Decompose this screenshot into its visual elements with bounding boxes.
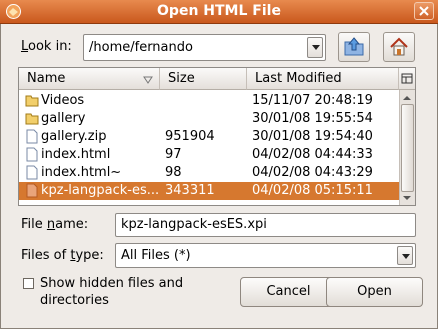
show-hidden-label-line1: Show hidden files and	[40, 276, 184, 291]
list-item[interactable]: gallery 30/01/08 19:55:54	[19, 110, 399, 128]
folder-icon	[25, 113, 39, 125]
file-modified: 04/02/08 05:15:11	[252, 183, 373, 198]
close-icon	[419, 6, 429, 16]
file-name-input[interactable]: kpz-langpack-esES.xpi	[115, 213, 416, 237]
look-in-path: /home/fernando	[89, 40, 193, 55]
window-title: Open HTML File	[157, 3, 281, 19]
show-hidden-checkbox[interactable]	[23, 278, 34, 289]
file-type-value: All Files (*)	[121, 248, 191, 263]
file-icon	[26, 129, 38, 144]
show-hidden-label[interactable]: Show hidden files and directories	[40, 275, 183, 309]
close-button[interactable]	[414, 2, 434, 20]
file-name: index.html~	[41, 165, 122, 180]
file-modified: 30/01/08 19:55:54	[252, 111, 373, 126]
home-icon	[390, 37, 408, 56]
home-folder-button[interactable]	[383, 32, 415, 62]
column-header-size[interactable]: Size	[159, 68, 246, 90]
cancel-button[interactable]: Cancel	[240, 277, 337, 307]
file-name: Videos	[41, 93, 85, 108]
file-icon	[26, 183, 38, 198]
file-size: 951904	[165, 129, 215, 144]
column-header-modified-label: Last Modified	[255, 71, 342, 86]
file-type-label: Files of type:	[21, 248, 104, 263]
file-modified: 04/02/08 04:44:33	[252, 147, 373, 162]
look-in-label: Look in:	[21, 39, 72, 54]
list-item[interactable]: gallery.zip 951904 30/01/08 19:54:40	[19, 128, 399, 146]
up-folder-button[interactable]	[338, 32, 370, 62]
file-name: gallery.zip	[41, 129, 107, 144]
vertical-scrollbar[interactable]	[399, 90, 415, 205]
list-item[interactable]: Videos 15/11/07 20:48:19	[19, 92, 399, 110]
columns-icon	[401, 73, 413, 84]
file-name: gallery	[41, 111, 86, 126]
list-item[interactable]: index.html~ 98 04/02/08 04:43:29	[19, 164, 399, 182]
list-item[interactable]: index.html 97 04/02/08 04:44:33	[19, 146, 399, 164]
file-name: index.html	[41, 147, 111, 162]
file-type-combo[interactable]: All Files (*)	[115, 243, 416, 268]
column-header-name[interactable]: Name	[19, 68, 159, 90]
column-header-size-label: Size	[168, 71, 195, 86]
file-modified: 15/11/07 20:48:19	[252, 93, 373, 108]
file-modified: 30/01/08 19:54:40	[252, 129, 373, 144]
file-icon	[26, 165, 38, 180]
file-size: 97	[165, 147, 182, 162]
column-header-name-label: Name	[27, 71, 66, 86]
file-size: 98	[165, 165, 182, 180]
scroll-up-icon	[403, 96, 411, 100]
chevron-down-icon[interactable]	[307, 37, 323, 58]
column-chooser-button[interactable]	[398, 68, 415, 90]
chevron-down-icon[interactable]	[397, 246, 413, 265]
title-bar[interactable]: Open HTML File	[0, 0, 438, 24]
file-name-value: kpz-langpack-esES.xpi	[121, 217, 267, 232]
file-name: kpz-langpack-es...	[41, 183, 160, 198]
sort-indicator-icon	[143, 76, 153, 84]
file-list[interactable]: Name Size Last Modified Videos 15/11/07 …	[18, 67, 416, 206]
up-folder-icon	[344, 37, 364, 56]
column-header-modified[interactable]: Last Modified	[246, 68, 398, 90]
file-size: 343311	[165, 183, 215, 198]
file-modified: 04/02/08 04:43:29	[252, 165, 373, 180]
open-button[interactable]: Open	[326, 277, 423, 307]
show-hidden-label-line2: directories	[40, 293, 109, 308]
file-icon	[26, 147, 38, 162]
scrollbar-thumb[interactable]	[401, 104, 414, 192]
list-item-selected[interactable]: kpz-langpack-es... 343311 04/02/08 05:15…	[19, 182, 399, 200]
look-in-combo[interactable]: /home/fernando	[83, 34, 326, 61]
scroll-down-icon	[403, 196, 411, 200]
file-name-label: File name:	[21, 217, 89, 232]
folder-icon	[25, 95, 39, 107]
